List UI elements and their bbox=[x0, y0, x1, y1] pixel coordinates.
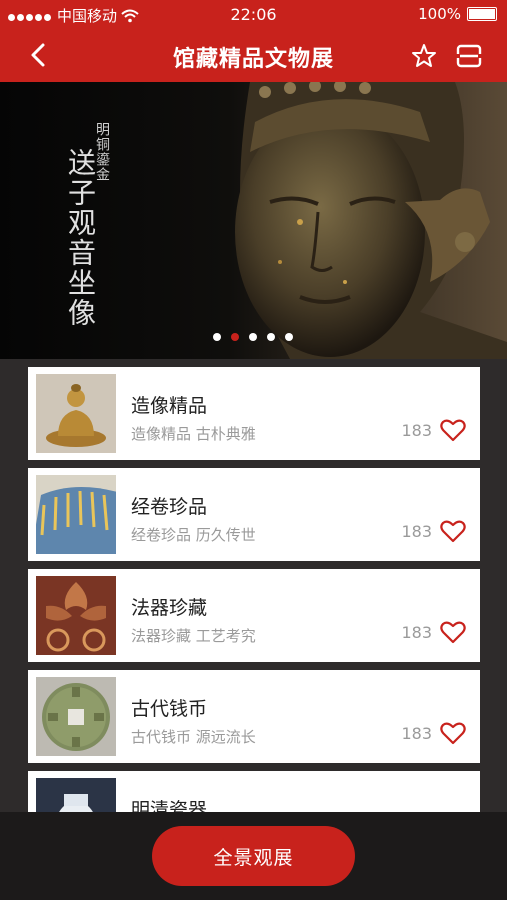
collection-desc: 法器珍藏 工艺考究 bbox=[131, 627, 256, 645]
scroll-fan-thumbnail bbox=[36, 475, 116, 554]
banner-pager bbox=[213, 333, 293, 341]
collection-desc: 古代钱币 源远流长 bbox=[131, 728, 256, 746]
ancient-coin-thumbnail bbox=[36, 677, 116, 756]
like-count: 183 bbox=[401, 623, 432, 642]
pager-dot[interactable] bbox=[267, 333, 275, 341]
pager-dot[interactable] bbox=[213, 333, 221, 341]
status-bar: 中国移动 22:06 100% bbox=[0, 0, 507, 28]
buddha-statue-thumbnail bbox=[36, 374, 116, 453]
collection-desc: 造像精品 古朴典雅 bbox=[131, 425, 256, 443]
heart-icon[interactable] bbox=[440, 620, 466, 644]
collection-name: 经卷珍品 bbox=[131, 496, 208, 518]
menu-icon[interactable] bbox=[455, 42, 483, 70]
heart-icon[interactable] bbox=[440, 418, 466, 442]
list-item[interactable]: 造像精品 造像精品 古朴典雅 183 bbox=[28, 367, 480, 460]
battery-percent: 100% bbox=[418, 5, 461, 23]
collection-name: 古代钱币 bbox=[131, 698, 208, 720]
battery-icon bbox=[467, 7, 497, 21]
banner-title: 送子观音坐像 bbox=[64, 148, 97, 328]
panorama-view-button[interactable]: 全景观展 bbox=[152, 826, 355, 886]
pager-dot-active[interactable] bbox=[231, 333, 239, 341]
list-item[interactable]: 经卷珍品 经卷珍品 历久传世 183 bbox=[28, 468, 480, 561]
star-icon[interactable] bbox=[410, 42, 438, 70]
like-count: 183 bbox=[401, 522, 432, 541]
pager-dot[interactable] bbox=[285, 333, 293, 341]
collection-name: 造像精品 bbox=[131, 395, 208, 417]
status-right: 100% bbox=[418, 5, 497, 23]
list-item[interactable]: 古代钱币 古代钱币 源远流长 183 bbox=[28, 670, 480, 763]
nav-bar: 馆藏精品文物展 bbox=[0, 28, 507, 82]
pager-dot[interactable] bbox=[249, 333, 257, 341]
featured-banner[interactable]: 明铜鎏金 送子观音坐像 bbox=[0, 82, 507, 359]
heart-icon[interactable] bbox=[440, 519, 466, 543]
like-count: 183 bbox=[401, 421, 432, 440]
list-item[interactable]: 法器珍藏 法器珍藏 工艺考究 183 bbox=[28, 569, 480, 662]
like-count: 183 bbox=[401, 724, 432, 743]
collection-name: 法器珍藏 bbox=[131, 597, 208, 619]
heart-icon[interactable] bbox=[440, 721, 466, 745]
ritual-object-thumbnail bbox=[36, 576, 116, 655]
collection-desc: 经卷珍品 历久传世 bbox=[131, 526, 256, 544]
